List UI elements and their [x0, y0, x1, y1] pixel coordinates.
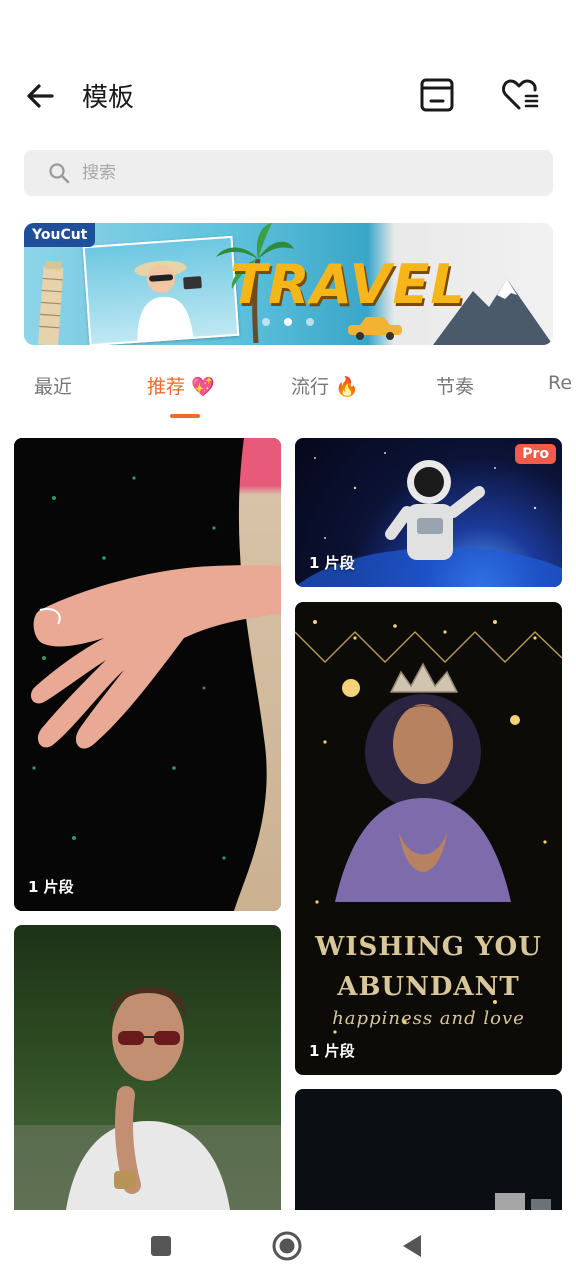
promo-banner[interactable]: TRAVEL YouCut	[24, 223, 553, 345]
page-title: 模板	[82, 83, 135, 113]
search-bar[interactable]	[24, 150, 553, 196]
clip-count: 1 片段	[309, 1042, 355, 1060]
template-card-sunglasses[interactable]	[14, 925, 281, 1225]
carousel-dot[interactable]	[262, 318, 270, 326]
tab-recommended[interactable]: 推荐 💖	[147, 372, 215, 399]
mountain-icon	[433, 279, 553, 345]
tab-recent[interactable]: 最近	[34, 372, 72, 399]
brand-logo: YouCut	[24, 223, 96, 247]
system-nav-bar	[0, 1210, 576, 1280]
carousel-indicator	[262, 318, 314, 326]
recents-square-icon[interactable]	[145, 1230, 177, 1262]
carousel-dot-active[interactable]	[284, 318, 292, 326]
drafts-box-button[interactable]	[416, 74, 458, 116]
overlay-line-2: ABUNDANT	[337, 972, 520, 1002]
home-circle-icon[interactable]	[271, 1230, 303, 1262]
pro-badge: Pro	[515, 444, 556, 464]
tab-more[interactable]: Re	[548, 372, 572, 394]
clip-count: 1 片段	[28, 878, 74, 896]
heart-list-icon	[502, 79, 539, 110]
back-triangle-icon[interactable]	[397, 1230, 429, 1262]
overlay-line-1: WISHING YOU	[315, 932, 542, 962]
leaning-tower-icon	[38, 260, 64, 345]
carousel-dot[interactable]	[306, 318, 314, 326]
category-tabs: 最近 推荐 💖 流行 🔥 节奏 Re	[0, 362, 576, 422]
tab-popular[interactable]: 流行 🔥	[291, 372, 359, 399]
template-thumbnail	[295, 620, 562, 1034]
template-card-hand-dress[interactable]: 1 片段	[14, 438, 281, 911]
template-card-astronaut[interactable]: Pro 1 片段	[295, 438, 562, 587]
favorites-button[interactable]	[498, 74, 540, 116]
search-input[interactable]	[82, 158, 522, 188]
template-card-night[interactable]	[295, 1089, 562, 1229]
back-button[interactable]	[22, 76, 62, 116]
template-thumbnail	[14, 986, 281, 1225]
tab-rhythm[interactable]: 节奏	[436, 372, 474, 399]
overlay-line-3: happiness and love	[332, 1008, 525, 1029]
top-app-bar: 模板	[0, 60, 576, 130]
template-card-birthday[interactable]: WISHING YOU ABUNDANT happiness and love …	[295, 602, 562, 1075]
arrow-left-icon	[27, 84, 54, 108]
banner-headline: TRAVEL	[230, 253, 466, 316]
clip-count: 1 片段	[309, 554, 355, 572]
car-icon	[348, 317, 402, 340]
box-icon	[420, 78, 454, 112]
template-thumbnail	[14, 438, 281, 911]
tab-indicator	[170, 414, 200, 418]
template-thumbnail	[495, 1193, 551, 1229]
search-icon	[49, 163, 70, 184]
